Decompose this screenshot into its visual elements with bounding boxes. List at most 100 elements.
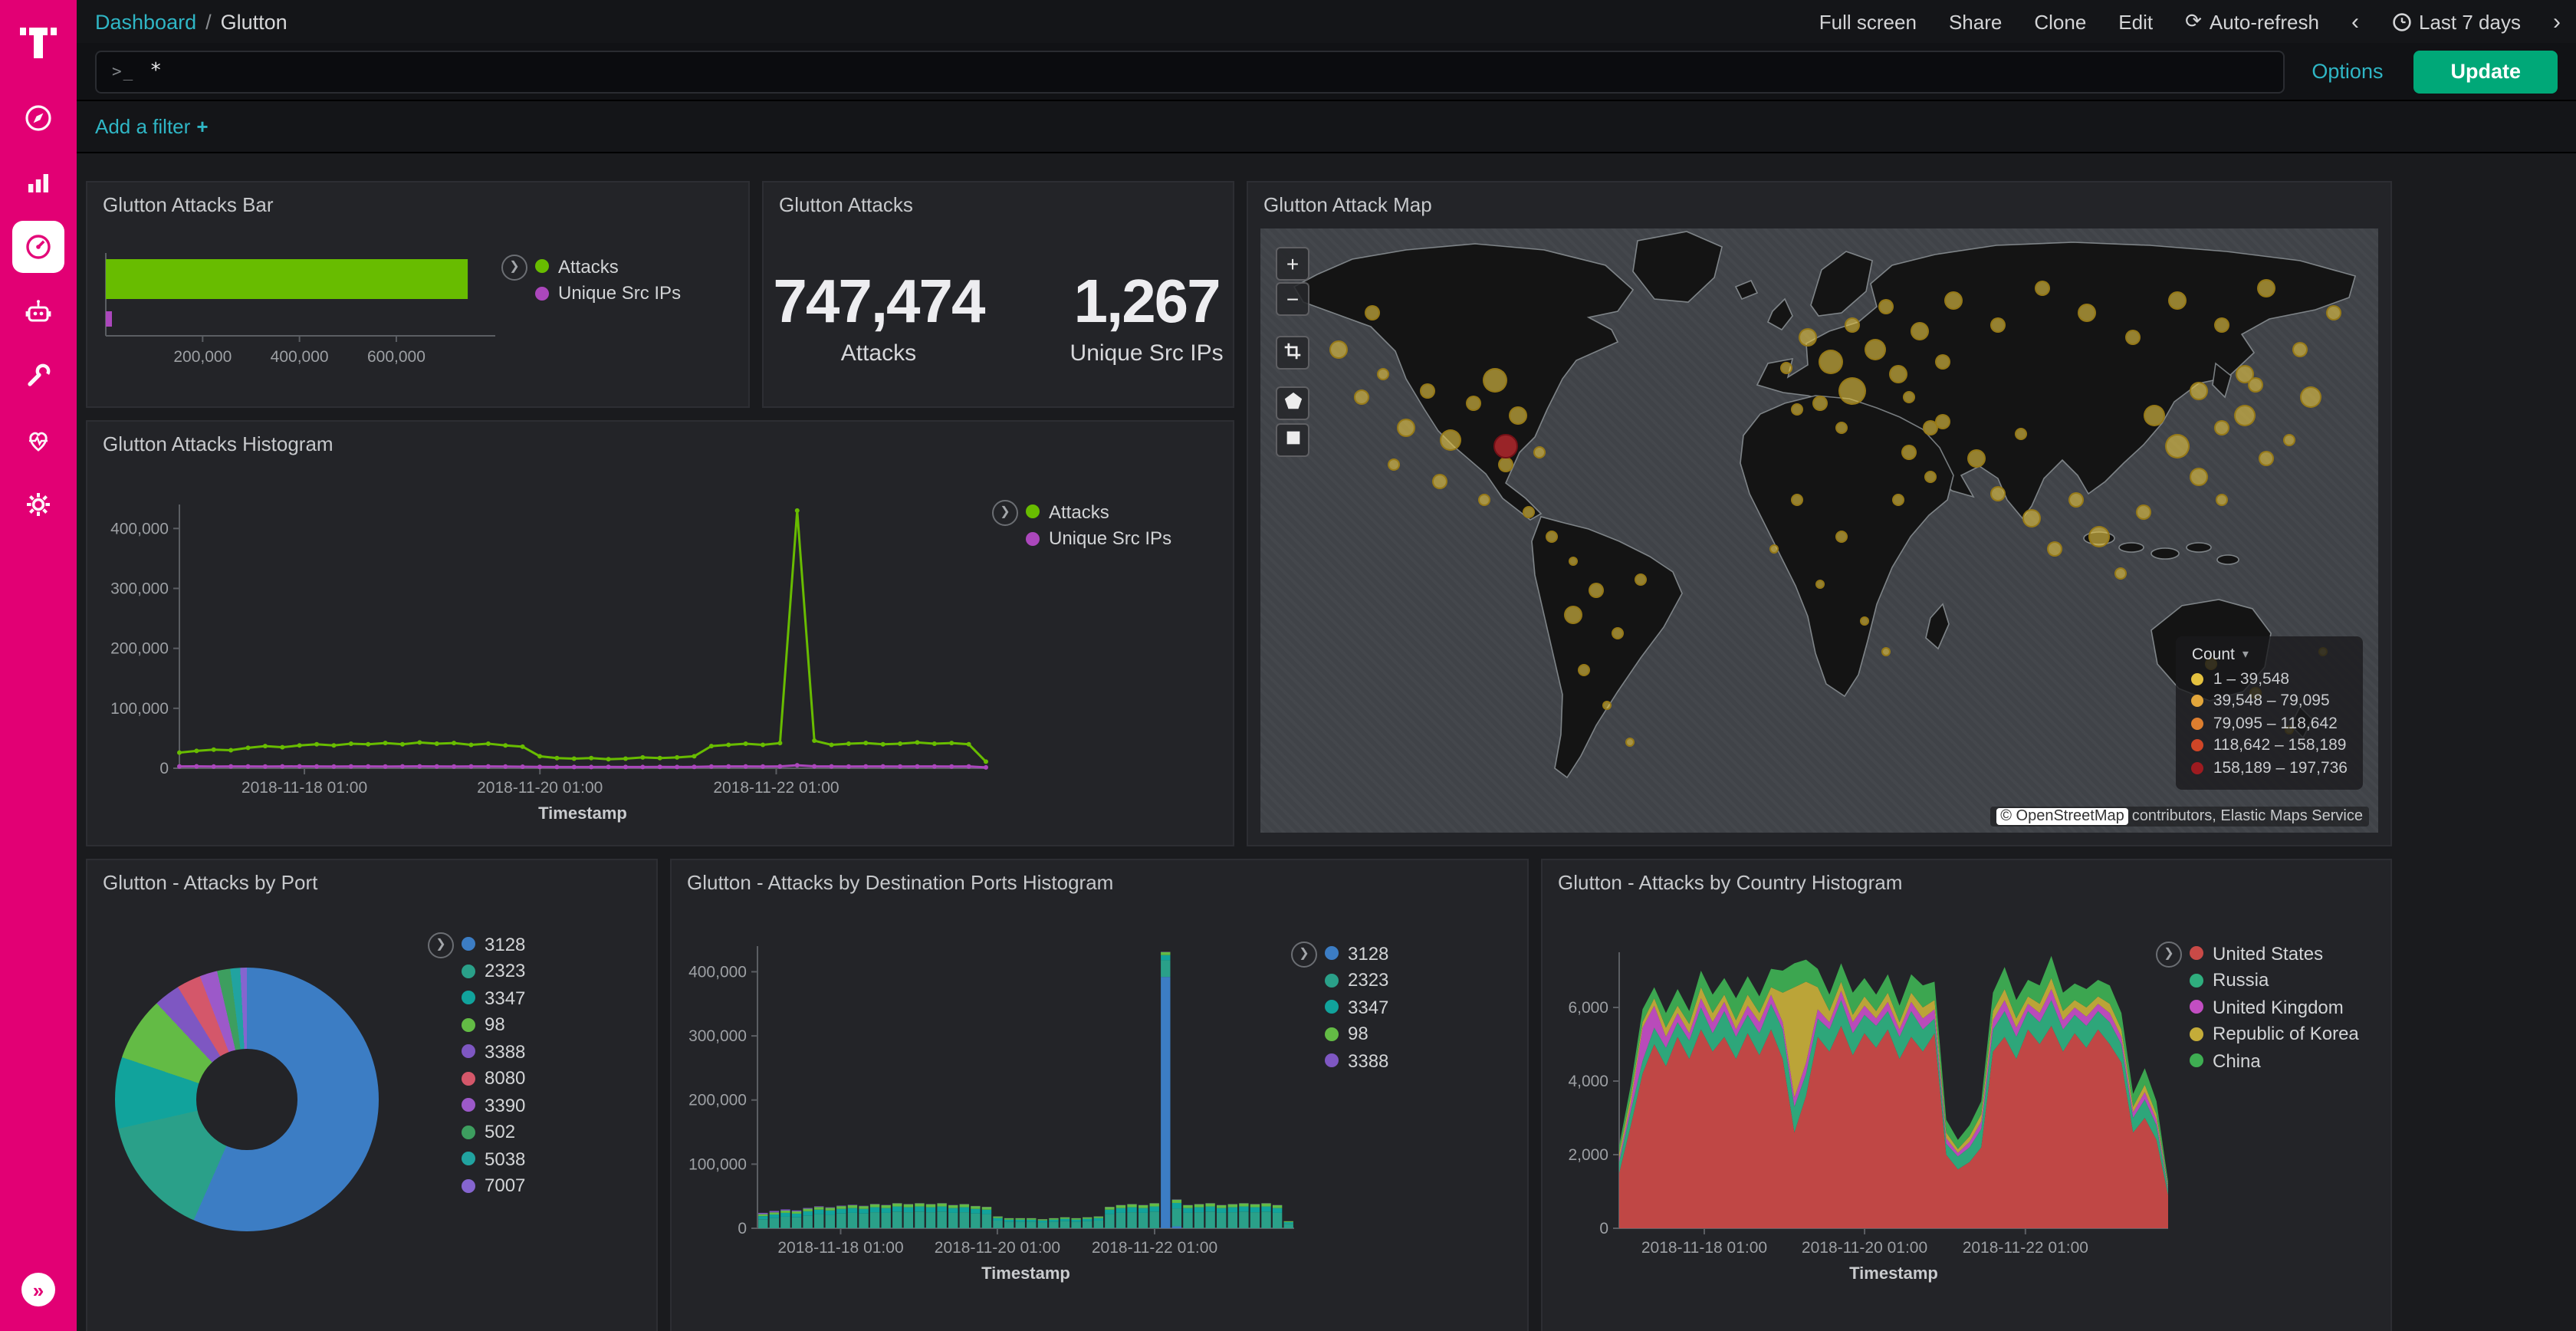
- map-point[interactable]: [1569, 556, 1578, 565]
- map-point[interactable]: [1377, 367, 1389, 380]
- map-point[interactable]: [2248, 378, 2263, 393]
- map-point[interactable]: [1397, 419, 1415, 437]
- map-point[interactable]: [1465, 396, 1480, 412]
- legend-item[interactable]: Attacks: [1026, 498, 1171, 525]
- map-point[interactable]: [2022, 509, 2041, 527]
- map-point[interactable]: [1901, 445, 1917, 460]
- map-point[interactable]: [1835, 531, 1848, 543]
- sidebar-item-dashboard[interactable]: [0, 215, 77, 279]
- legend-item[interactable]: Republic of Korea: [2190, 1020, 2359, 1047]
- map-point[interactable]: [1564, 606, 1582, 624]
- edit-button[interactable]: Edit: [2118, 10, 2153, 33]
- map-point[interactable]: [2190, 467, 2209, 485]
- legend-toggle-icon[interactable]: ❯: [501, 255, 527, 281]
- map-point[interactable]: [1934, 353, 1950, 369]
- map-point[interactable]: [1878, 299, 1894, 314]
- map-point[interactable]: [2214, 317, 2229, 333]
- map-point[interactable]: [1523, 506, 1535, 518]
- map-point[interactable]: [2190, 383, 2209, 401]
- legend-item[interactable]: 3388: [1325, 1047, 1388, 1074]
- map-point[interactable]: [1431, 475, 1447, 490]
- caret-down-icon[interactable]: ▾: [2242, 647, 2249, 661]
- legend-item[interactable]: 3347: [462, 984, 525, 1011]
- legend-item[interactable]: China: [2190, 1047, 2359, 1074]
- legend-item[interactable]: 3128: [1325, 940, 1388, 967]
- map-point[interactable]: [1421, 384, 1436, 399]
- map-point[interactable]: [2115, 567, 2128, 579]
- time-back-button[interactable]: ‹: [2351, 8, 2359, 35]
- legend-item[interactable]: 5038: [462, 1145, 525, 1172]
- map-point[interactable]: [1365, 305, 1380, 320]
- legend-toggle-icon[interactable]: ❯: [1291, 942, 1317, 968]
- legend-item[interactable]: United Kingdom: [2190, 994, 2359, 1020]
- query-input[interactable]: >_ *: [95, 50, 2284, 93]
- map-point[interactable]: [1815, 580, 1824, 590]
- legend-item[interactable]: Attacks: [535, 253, 681, 280]
- map-point[interactable]: [1612, 627, 1625, 639]
- map-point[interactable]: [2259, 450, 2274, 465]
- map-point[interactable]: [2068, 493, 2084, 508]
- sidebar-item-monitoring[interactable]: [0, 408, 77, 472]
- map-point[interactable]: [2168, 292, 2187, 311]
- map-point[interactable]: [1859, 616, 1868, 626]
- legend-toggle-icon[interactable]: ❯: [428, 932, 454, 958]
- add-filter-link[interactable]: Add a filter+: [95, 115, 209, 138]
- legend-item[interactable]: 2323: [1325, 967, 1388, 994]
- full-screen-button[interactable]: Full screen: [1819, 10, 1917, 33]
- map-point[interactable]: [1770, 544, 1779, 554]
- legend-item[interactable]: Unique Src IPs: [1026, 525, 1171, 552]
- map-point[interactable]: [1483, 367, 1507, 392]
- map-point[interactable]: [1967, 449, 1985, 467]
- legend-item[interactable]: 502: [462, 1119, 525, 1145]
- map-point[interactable]: [1625, 738, 1634, 747]
- map-point[interactable]: [2326, 305, 2341, 320]
- map-point[interactable]: [1478, 495, 1490, 507]
- map-point[interactable]: [1779, 361, 1792, 373]
- map-draw-rectangle-button[interactable]: [1276, 423, 1309, 457]
- map-point[interactable]: [2014, 428, 2026, 440]
- sidebar-item-discover[interactable]: [0, 86, 77, 150]
- sidebar-item-visualize[interactable]: [0, 150, 77, 215]
- tmobile-logo[interactable]: [0, 0, 77, 86]
- map-point[interactable]: [1329, 340, 1348, 359]
- map-point[interactable]: [2282, 434, 2295, 446]
- legend-item[interactable]: 98: [1325, 1020, 1388, 1047]
- legend-item[interactable]: 3390: [462, 1092, 525, 1119]
- sidebar-item-dev-tools[interactable]: [0, 343, 77, 408]
- osm-attribution-link[interactable]: © OpenStreetMap: [1996, 808, 2129, 825]
- time-range-picker[interactable]: Last 7 days: [2391, 10, 2521, 33]
- map-zoom-in-button[interactable]: +: [1276, 247, 1309, 281]
- map-point[interactable]: [1839, 378, 1867, 406]
- map-point[interactable]: [1819, 349, 1843, 373]
- map-fit-bounds-button[interactable]: [1276, 336, 1309, 370]
- sidebar-collapse-button[interactable]: »: [21, 1273, 55, 1306]
- map-point[interactable]: [2124, 330, 2140, 345]
- legend-item[interactable]: Unique Src IPs: [535, 280, 681, 307]
- map-point[interactable]: [2036, 281, 2051, 297]
- update-button[interactable]: Update: [2413, 50, 2558, 93]
- map-point[interactable]: [1845, 317, 1861, 333]
- map-point[interactable]: [1635, 573, 1647, 585]
- map-point[interactable]: [2216, 495, 2228, 507]
- legend-item[interactable]: 98: [462, 1011, 525, 1038]
- map-point[interactable]: [1791, 403, 1803, 416]
- map-point[interactable]: [1545, 531, 1557, 543]
- map-point[interactable]: [2078, 304, 2097, 322]
- map-point[interactable]: [1602, 702, 1612, 711]
- map-point[interactable]: [2165, 434, 2190, 458]
- legend-item[interactable]: 3388: [462, 1038, 525, 1065]
- map-point[interactable]: [1499, 456, 1514, 472]
- map-point[interactable]: [1881, 647, 1891, 656]
- share-button[interactable]: Share: [1949, 10, 2002, 33]
- map-point[interactable]: [1891, 495, 1904, 507]
- attack-map[interactable]: + −: [1260, 228, 2378, 833]
- map-point[interactable]: [2088, 526, 2110, 547]
- map-point[interactable]: [1588, 583, 1603, 599]
- legend-toggle-icon[interactable]: ❯: [992, 500, 1018, 526]
- map-point[interactable]: [1812, 396, 1827, 412]
- map-point[interactable]: [1353, 390, 1368, 406]
- legend-item[interactable]: United States: [2190, 940, 2359, 967]
- map-zoom-out-button[interactable]: −: [1276, 282, 1309, 316]
- map-point[interactable]: [1944, 292, 1963, 311]
- legend-item[interactable]: 3128: [462, 931, 525, 958]
